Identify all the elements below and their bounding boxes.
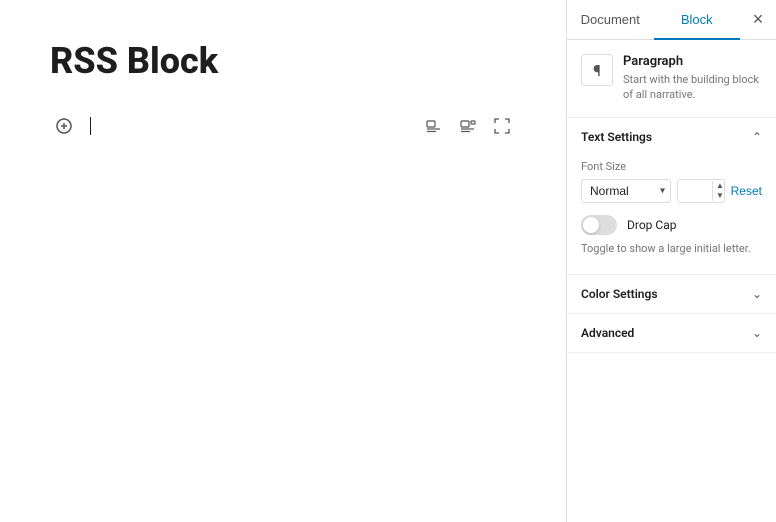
spinner-up-button[interactable]: ▲	[713, 181, 725, 191]
tab-block[interactable]: Block	[654, 0, 741, 39]
color-settings-chevron: ⌄	[752, 287, 762, 301]
spinner-down-button[interactable]: ▼	[713, 191, 725, 201]
advanced-section: Advanced ⌄	[567, 314, 776, 353]
color-settings-title: Color Settings	[581, 287, 658, 301]
block-text: Paragraph Start with the building block …	[623, 54, 762, 103]
block-description: Start with the building block of all nar…	[623, 72, 762, 103]
color-settings-header[interactable]: Color Settings ⌄	[567, 275, 776, 313]
number-spinners: ▲ ▼	[712, 181, 725, 201]
block-title: Paragraph	[623, 54, 762, 69]
editor-area: RSS Block	[0, 0, 566, 522]
text-settings-title: Text Settings	[581, 130, 652, 144]
drop-cap-row: Drop Cap	[581, 215, 762, 235]
close-sidebar-button[interactable]: ×	[740, 2, 776, 38]
editor-toolbar	[50, 112, 516, 140]
toggle-knob	[583, 217, 599, 233]
advanced-chevron: ⌄	[752, 326, 762, 340]
text-settings-chevron: ⌃	[752, 130, 762, 144]
advanced-title: Advanced	[581, 326, 634, 340]
toolbar-right	[420, 112, 516, 140]
font-size-reset-button[interactable]: Reset	[731, 180, 762, 202]
font-size-row: Normal Small Medium Large Huge ▾ ▲ ▼ Re	[581, 179, 762, 203]
image-align-left-button[interactable]	[420, 112, 448, 140]
font-size-select-wrapper: Normal Small Medium Large Huge ▾	[581, 179, 671, 203]
image-align-right-button[interactable]	[454, 112, 482, 140]
add-block-button[interactable]	[50, 112, 78, 140]
font-size-number-wrapper: ▲ ▼	[677, 179, 725, 203]
text-settings-header[interactable]: Text Settings ⌃	[567, 118, 776, 156]
sidebar: Document Block × ¶ Paragraph Start with …	[566, 0, 776, 522]
block-info: ¶ Paragraph Start with the building bloc…	[567, 40, 776, 118]
fullscreen-button[interactable]	[488, 112, 516, 140]
color-settings-section: Color Settings ⌄	[567, 275, 776, 314]
tab-document[interactable]: Document	[567, 0, 654, 39]
font-size-number-input[interactable]	[678, 180, 712, 202]
advanced-header[interactable]: Advanced ⌄	[567, 314, 776, 352]
text-settings-content: Font Size Normal Small Medium Large Huge…	[567, 156, 776, 274]
font-size-select[interactable]: Normal Small Medium Large Huge	[581, 179, 671, 203]
sidebar-tabs: Document Block ×	[567, 0, 776, 40]
drop-cap-label: Drop Cap	[627, 218, 676, 232]
font-size-label: Font Size	[581, 160, 762, 173]
text-cursor	[90, 117, 91, 135]
block-icon: ¶	[581, 54, 613, 86]
drop-cap-description: Toggle to show a large initial letter.	[581, 241, 762, 256]
drop-cap-toggle[interactable]	[581, 215, 617, 235]
editor-title: RSS Block	[50, 40, 516, 82]
text-settings-section: Text Settings ⌃ Font Size Normal Small M…	[567, 118, 776, 275]
